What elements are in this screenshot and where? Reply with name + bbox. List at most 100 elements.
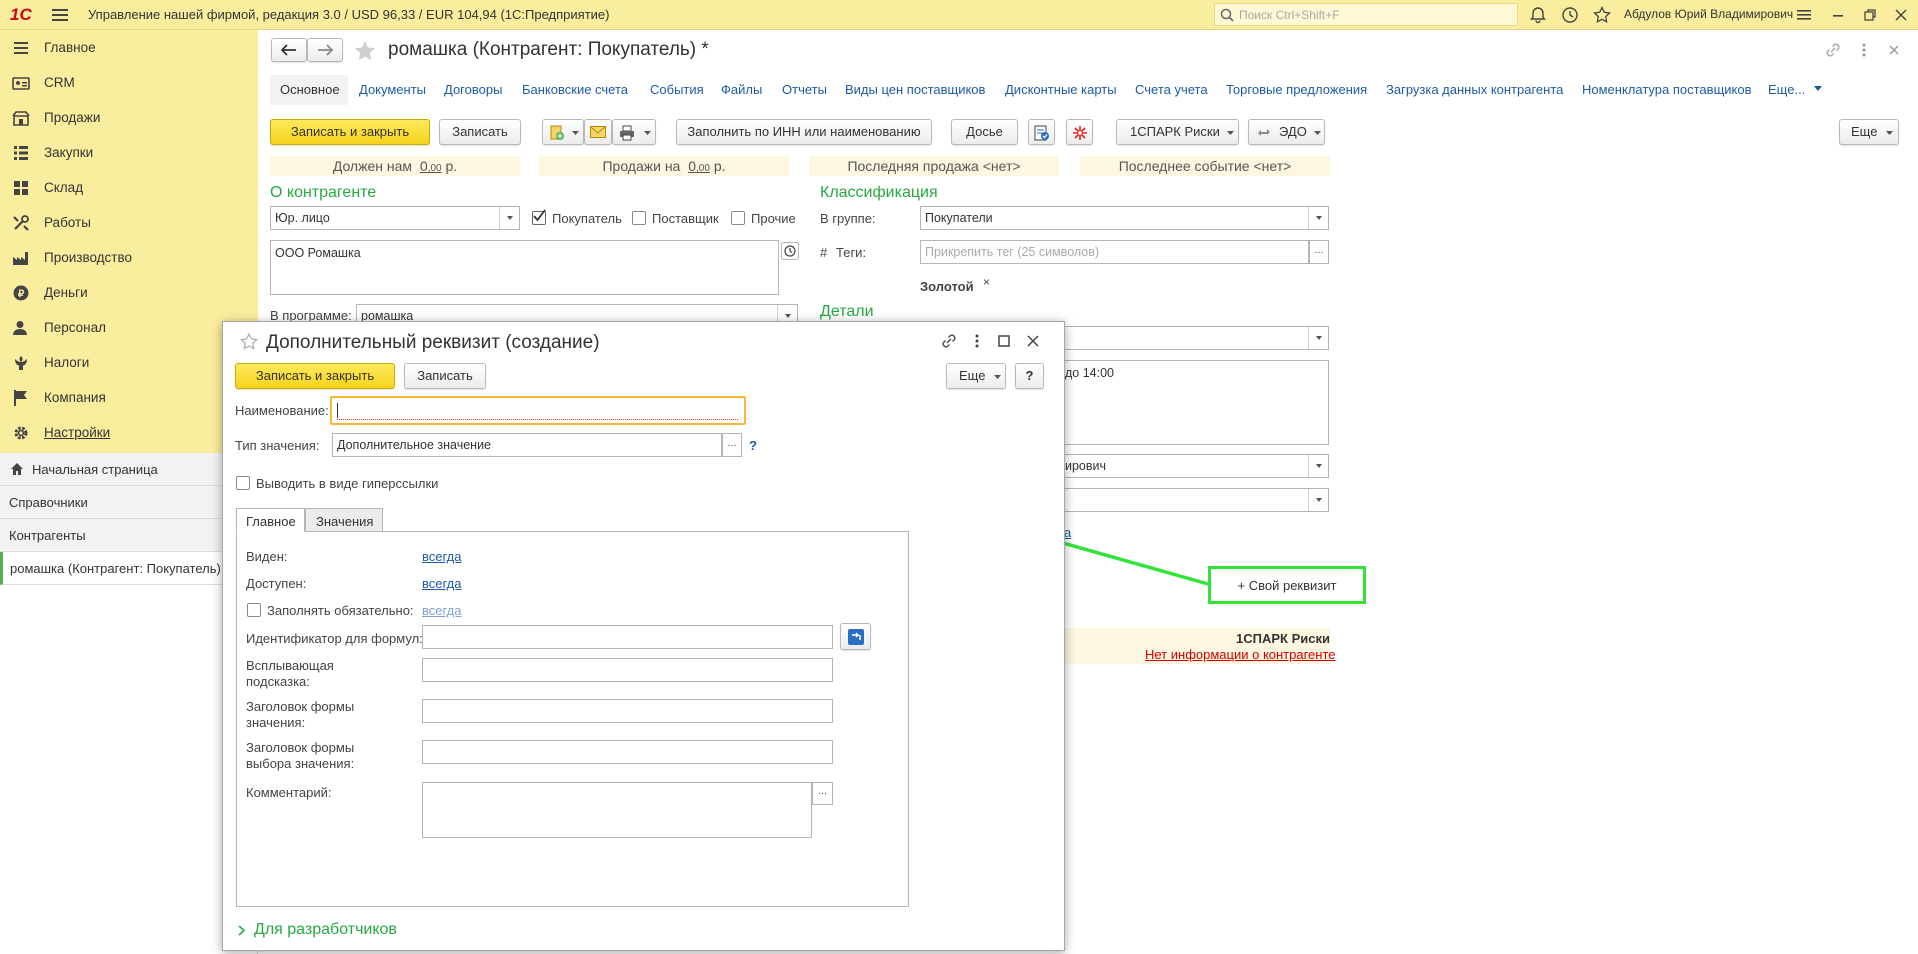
owes-us-amount[interactable]: 0,00 bbox=[420, 158, 442, 174]
history-icon[interactable] bbox=[1560, 5, 1580, 25]
dropdown-button[interactable] bbox=[1308, 327, 1328, 349]
favorite-star-icon[interactable] bbox=[353, 39, 377, 63]
opened-item-home[interactable]: Начальная страница bbox=[0, 453, 258, 486]
value-type-help-link[interactable]: ? bbox=[749, 438, 757, 453]
save-close-button[interactable]: Записать и закрыть bbox=[270, 119, 430, 145]
full-name-textarea[interactable]: ООО Ромашка bbox=[270, 240, 779, 295]
details-select[interactable] bbox=[1040, 326, 1329, 350]
opened-item-current-form[interactable]: ромашка (Контрагент: Покупатель) bbox=[0, 552, 258, 585]
tags-select-button[interactable]: ... bbox=[1309, 240, 1329, 264]
dialog-more-button[interactable]: Еще bbox=[946, 363, 1006, 389]
other-checkbox[interactable] bbox=[731, 211, 745, 225]
tab-supplier-items[interactable]: Номенклатура поставщиков bbox=[1582, 82, 1752, 97]
tooltip-input[interactable] bbox=[422, 658, 833, 682]
tab-contracts[interactable]: Договоры bbox=[444, 82, 502, 97]
details-second-select[interactable] bbox=[1040, 488, 1329, 512]
opened-item-references[interactable]: Справочники bbox=[0, 486, 258, 519]
sidebar-item-crm[interactable]: CRM bbox=[0, 65, 258, 100]
tab-documents[interactable]: Документы bbox=[359, 82, 426, 97]
sidebar-item-main[interactable]: Главное bbox=[0, 30, 258, 65]
comment-textarea[interactable] bbox=[422, 782, 812, 838]
tab-accounts[interactable]: Счета учета bbox=[1135, 82, 1208, 97]
available-link[interactable]: всегда bbox=[422, 576, 461, 591]
sales-amount[interactable]: 0,00 bbox=[688, 158, 710, 174]
required-checkbox[interactable] bbox=[247, 603, 261, 617]
minimize-icon[interactable] bbox=[1828, 5, 1848, 25]
maximize-icon[interactable] bbox=[995, 332, 1013, 350]
close-form-icon[interactable] bbox=[1885, 41, 1903, 59]
value-form-title-input[interactable] bbox=[422, 699, 833, 723]
dropdown-button[interactable] bbox=[499, 207, 519, 229]
legal-type-select[interactable]: Юр. лицо bbox=[270, 206, 520, 230]
tags-input[interactable]: Прикрепить тег (25 символов) bbox=[920, 240, 1309, 264]
chevron-down-icon[interactable] bbox=[1814, 86, 1822, 92]
custom-attribute-button[interactable]: + Свой реквизит bbox=[1211, 578, 1363, 593]
edo-button[interactable]: ЭДО bbox=[1248, 119, 1325, 145]
tab-discount-cards[interactable]: Дисконтные карты bbox=[1005, 82, 1117, 97]
save-button[interactable]: Записать bbox=[439, 119, 521, 145]
tab-supplier-price-types[interactable]: Виды цен поставщиков bbox=[845, 82, 985, 97]
create-based-on-button[interactable] bbox=[542, 119, 584, 145]
sidebar-item-works[interactable]: Работы bbox=[0, 205, 258, 240]
required-link[interactable]: всегда bbox=[422, 603, 461, 618]
back-button[interactable] bbox=[271, 38, 307, 62]
dropdown-button[interactable] bbox=[1308, 489, 1328, 511]
name-input[interactable] bbox=[330, 396, 746, 425]
tab-data-import[interactable]: Загрузка данных контрагента bbox=[1386, 82, 1563, 97]
spark-no-info-link[interactable]: Нет информации о контрагенте bbox=[1145, 647, 1336, 662]
details-note-textarea[interactable]: до 14:00 bbox=[1040, 360, 1329, 445]
formula-id-generate-button[interactable] bbox=[840, 623, 871, 650]
favorites-star-icon[interactable] bbox=[1592, 5, 1612, 25]
sidebar-item-taxes[interactable]: Налоги bbox=[0, 345, 258, 380]
spark-risks-button[interactable]: 1СПАРК Риски bbox=[1116, 119, 1239, 145]
print-button[interactable] bbox=[612, 119, 656, 145]
tab-reports[interactable]: Отчеты bbox=[782, 82, 827, 97]
dialog-save-close-button[interactable]: Записать и закрыть bbox=[235, 363, 395, 389]
link-icon[interactable] bbox=[940, 332, 958, 350]
settings-lines-icon[interactable] bbox=[1794, 5, 1814, 25]
sidebar-item-personnel[interactable]: Персонал bbox=[0, 310, 258, 345]
more-actions-button[interactable]: Еще bbox=[1839, 119, 1899, 145]
buyer-checkbox[interactable] bbox=[532, 209, 546, 225]
dialog-help-button[interactable]: ? bbox=[1015, 363, 1044, 389]
formula-id-input[interactable] bbox=[422, 625, 833, 649]
choice-form-title-input[interactable] bbox=[422, 740, 833, 764]
spark-indicator-button[interactable] bbox=[1066, 119, 1093, 145]
sidebar-item-production[interactable]: Производство bbox=[0, 240, 258, 275]
fill-by-inn-button[interactable]: Заполнить по ИНН или наименованию bbox=[676, 119, 932, 145]
visible-link[interactable]: всегда bbox=[422, 549, 461, 564]
global-search-input[interactable]: Поиск Ctrl+Shift+F bbox=[1214, 3, 1518, 26]
dialog-tab-values[interactable]: Значения bbox=[305, 508, 383, 532]
dossier-button[interactable]: Досье bbox=[951, 119, 1018, 145]
value-type-select-button[interactable]: ... bbox=[722, 433, 742, 457]
more-vertical-icon[interactable] bbox=[1855, 41, 1873, 59]
dropdown-button[interactable] bbox=[1308, 455, 1328, 477]
sidebar-item-warehouse[interactable]: Склад bbox=[0, 170, 258, 205]
sidebar-item-purchases[interactable]: Закупки bbox=[0, 135, 258, 170]
sidebar-item-settings[interactable]: Настройки bbox=[0, 415, 258, 450]
tab-trade-offers[interactable]: Торговые предложения bbox=[1226, 82, 1367, 97]
tab-bank-accounts[interactable]: Банковские счета bbox=[522, 82, 628, 97]
favorite-star-icon[interactable] bbox=[239, 332, 259, 352]
close-app-icon[interactable] bbox=[1891, 5, 1911, 25]
sidebar-item-money[interactable]: ₽ Деньги bbox=[0, 275, 258, 310]
link-icon[interactable] bbox=[1824, 41, 1842, 59]
main-menu-icon[interactable] bbox=[52, 8, 68, 22]
tab-main[interactable]: Основное bbox=[270, 75, 348, 105]
close-dialog-icon[interactable] bbox=[1024, 332, 1042, 350]
tag-remove-button[interactable]: × bbox=[983, 275, 990, 289]
sidebar-item-company[interactable]: Компания bbox=[0, 380, 258, 415]
hyperlink-checkbox[interactable] bbox=[236, 476, 250, 490]
group-select[interactable]: Покупатели bbox=[920, 206, 1329, 230]
forward-button[interactable] bbox=[307, 38, 343, 62]
dropdown-button[interactable] bbox=[1308, 207, 1328, 229]
sidebar-item-sales[interactable]: Продажи bbox=[0, 100, 258, 135]
restore-icon[interactable] bbox=[1860, 5, 1880, 25]
comment-expand-button[interactable]: ... bbox=[812, 782, 833, 805]
tab-more[interactable]: Еще... bbox=[1768, 82, 1805, 97]
dialog-tab-main[interactable]: Главное bbox=[236, 508, 305, 532]
supplier-checkbox[interactable] bbox=[632, 211, 646, 225]
responsible-select[interactable]: ирович bbox=[1040, 454, 1329, 478]
user-name[interactable]: Абдулов Юрий Владимирович bbox=[1624, 7, 1793, 21]
more-vertical-icon[interactable] bbox=[968, 332, 986, 350]
